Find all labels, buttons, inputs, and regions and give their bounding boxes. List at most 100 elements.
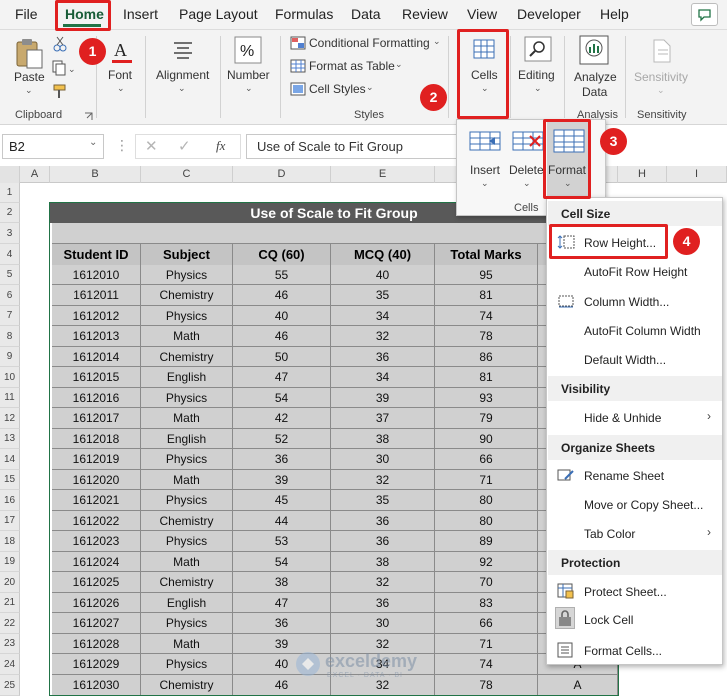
table-cell[interactable]: Math: [141, 634, 233, 654]
table-cell[interactable]: 80: [435, 511, 538, 531]
table-cell[interactable]: 71: [435, 634, 538, 654]
row-header[interactable]: 5: [0, 265, 20, 285]
number-button[interactable]: Number: [227, 68, 270, 82]
row-header[interactable]: 17: [0, 511, 20, 531]
tab-review[interactable]: Review: [402, 6, 448, 22]
table-header-cell[interactable]: Subject: [141, 244, 233, 266]
table-cell[interactable]: 53: [233, 531, 331, 552]
formula-input[interactable]: Use of Scale to Fit Group: [246, 134, 458, 159]
table-cell[interactable]: 36: [233, 449, 331, 470]
enter-icon[interactable]: ✓: [178, 137, 191, 155]
table-cell[interactable]: 46: [233, 285, 331, 306]
table-cell[interactable]: 86: [435, 347, 538, 367]
table-cell[interactable]: 1612015: [52, 367, 141, 388]
table-cell[interactable]: 32: [331, 326, 435, 347]
delete-cells-icon[interactable]: [512, 128, 544, 157]
alignment-icon[interactable]: [170, 38, 196, 65]
table-header-cell[interactable]: MCQ (40): [331, 244, 435, 266]
table-cell[interactable]: 55: [233, 265, 331, 285]
column-header[interactable]: H: [618, 166, 667, 183]
table-cell[interactable]: 1612025: [52, 572, 141, 593]
table-cell[interactable]: 80: [435, 490, 538, 511]
chevron-down-icon[interactable]: ⌄: [117, 83, 125, 94]
table-cell[interactable]: 36: [331, 511, 435, 531]
table-cell[interactable]: 90: [435, 429, 538, 449]
table-cell[interactable]: Chemistry: [141, 285, 233, 306]
move-copy-sheet-item[interactable]: Move or Copy Sheet...: [584, 498, 703, 512]
chevron-down-icon[interactable]: ⌄: [481, 178, 489, 189]
table-cell[interactable]: 36: [331, 593, 435, 613]
table-cell[interactable]: 35: [331, 285, 435, 306]
analyze-data-icon[interactable]: [578, 34, 610, 69]
chevron-down-icon[interactable]: ⌄: [366, 82, 374, 93]
row-header[interactable]: 4: [0, 244, 20, 265]
comments-button[interactable]: [691, 3, 718, 26]
table-cell[interactable]: Physics: [141, 449, 233, 470]
row-header[interactable]: 6: [0, 285, 20, 306]
table-cell[interactable]: 42: [233, 408, 331, 429]
table-cell[interactable]: 1612012: [52, 306, 141, 326]
autofit-column-width-item[interactable]: AutoFit Column Width: [584, 324, 701, 338]
chevron-down-icon[interactable]: ⌄: [657, 85, 665, 96]
table-cell[interactable]: 32: [331, 470, 435, 490]
table-cell[interactable]: 1612018: [52, 429, 141, 449]
table-cell[interactable]: Chemistry: [141, 347, 233, 367]
table-header-cell[interactable]: Total Marks: [435, 244, 538, 266]
table-cell[interactable]: Physics: [141, 613, 233, 634]
row-header[interactable]: 10: [0, 367, 20, 388]
table-cell[interactable]: 54: [233, 388, 331, 408]
chevron-down-icon[interactable]: ⌄: [245, 83, 253, 94]
table-cell[interactable]: 39: [331, 388, 435, 408]
copy-icon[interactable]: ⌄: [52, 60, 78, 79]
table-cell[interactable]: Math: [141, 552, 233, 572]
row-header[interactable]: 7: [0, 306, 20, 326]
row-header[interactable]: 16: [0, 490, 20, 511]
table-cell[interactable]: 1612016: [52, 388, 141, 408]
lock-cell-item[interactable]: Lock Cell: [584, 613, 633, 627]
tab-color-item[interactable]: Tab Color: [584, 527, 635, 541]
table-cell[interactable]: English: [141, 593, 233, 613]
table-cell[interactable]: 74: [435, 306, 538, 326]
row-header[interactable]: 19: [0, 552, 20, 572]
format-painter-icon[interactable]: [52, 84, 68, 103]
table-cell[interactable]: 1612029: [52, 654, 141, 675]
hide-unhide-item[interactable]: Hide & Unhide: [584, 411, 661, 425]
table-cell[interactable]: Physics: [141, 490, 233, 511]
tab-developer[interactable]: Developer: [517, 6, 581, 22]
table-cell[interactable]: 95: [435, 265, 538, 285]
row-header[interactable]: 18: [0, 531, 20, 552]
insert-function-icon[interactable]: fx: [216, 138, 225, 154]
table-cell[interactable]: Physics: [141, 654, 233, 675]
table-cell[interactable]: Math: [141, 408, 233, 429]
table-cell[interactable]: 40: [331, 265, 435, 285]
column-header[interactable]: I: [667, 166, 727, 183]
table-cell[interactable]: 52: [233, 429, 331, 449]
row-header[interactable]: 11: [0, 388, 20, 408]
table-cell[interactable]: 38: [331, 552, 435, 572]
table-cell[interactable]: 1612030: [52, 675, 141, 696]
font-icon[interactable]: A: [108, 36, 136, 69]
paste-icon[interactable]: [14, 36, 44, 73]
insert-cells-icon[interactable]: [469, 128, 501, 157]
table-cell[interactable]: 78: [435, 675, 538, 696]
table-cell[interactable]: English: [141, 367, 233, 388]
row-header[interactable]: 23: [0, 634, 20, 654]
table-cell[interactable]: 1612017: [52, 408, 141, 429]
table-cell[interactable]: 35: [331, 490, 435, 511]
table-cell[interactable]: 1612020: [52, 470, 141, 490]
table-cell[interactable]: 1612027: [52, 613, 141, 634]
table-cell[interactable]: 30: [331, 449, 435, 470]
table-cell[interactable]: 30: [331, 613, 435, 634]
paste-button[interactable]: Paste: [14, 70, 45, 84]
default-width-item[interactable]: Default Width...: [584, 353, 666, 367]
tab-file[interactable]: File: [15, 6, 38, 22]
cancel-icon[interactable]: ✕: [145, 137, 158, 155]
table-cell[interactable]: 38: [331, 429, 435, 449]
row-header[interactable]: 1: [0, 183, 20, 203]
table-cell[interactable]: 47: [233, 593, 331, 613]
chevron-down-icon[interactable]: ⌄: [523, 178, 531, 189]
table-cell[interactable]: 44: [233, 511, 331, 531]
table-cell[interactable]: Physics: [141, 388, 233, 408]
tab-page-layout[interactable]: Page Layout: [179, 6, 258, 22]
format-as-table-button[interactable]: Format as Table: [309, 59, 395, 73]
